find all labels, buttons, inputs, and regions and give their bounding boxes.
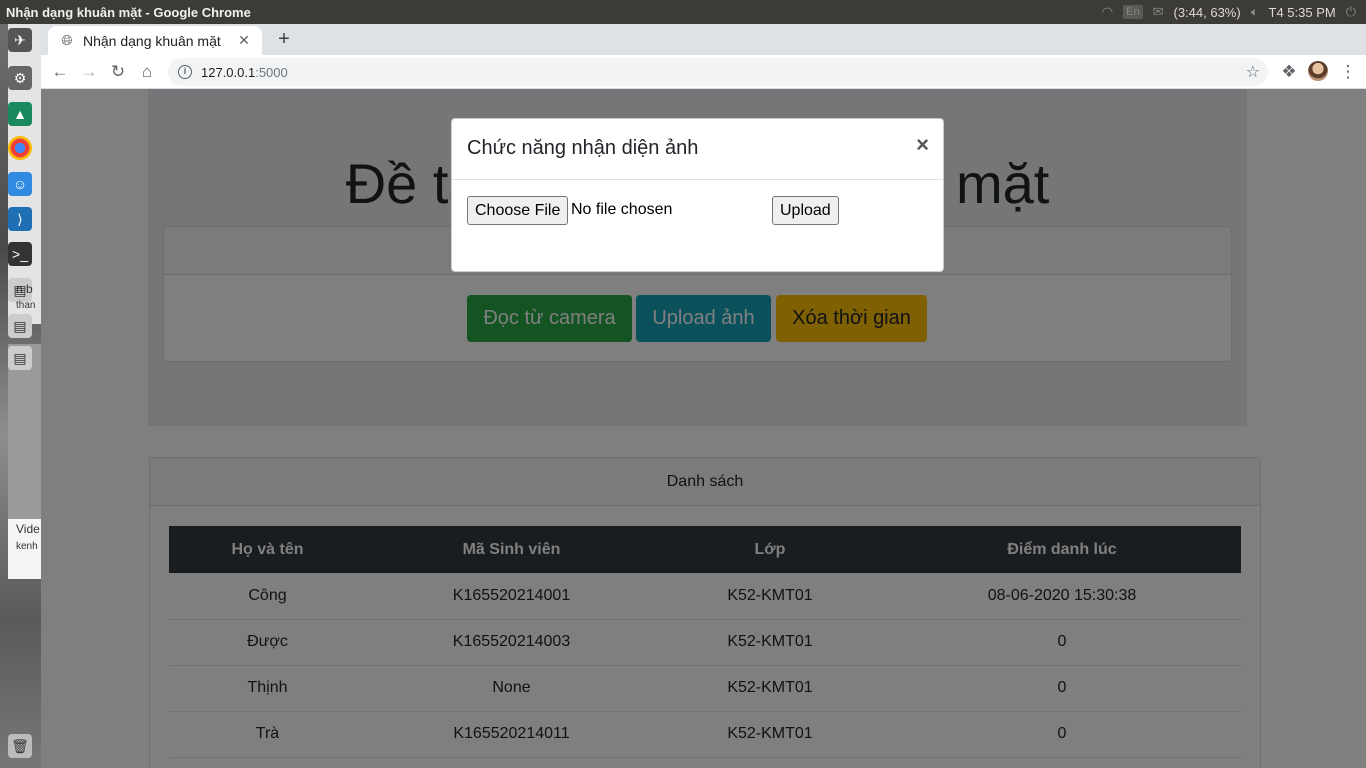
drive-icon[interactable]: ▤ <box>8 346 32 370</box>
launcher-text: n b <box>16 282 33 296</box>
finder-icon[interactable]: ☺ <box>8 172 32 196</box>
chrome-icon[interactable] <box>8 136 32 160</box>
browser-toolbar: ← → ↻ ⌂ i 127.0.0.1 :5000 ☆ ❖ ⋮ <box>41 55 1366 89</box>
window-title: Nhận dạng khuân mặt - Google Chrome <box>6 4 251 20</box>
launcher-text: Vide <box>16 522 40 536</box>
back-icon[interactable]: ← <box>49 61 71 83</box>
os-indicators: ◠ En ✉ (3:44, 63%) 🔈︎ T4 5:35 PM ⏻ <box>1102 0 1366 24</box>
launcher-text: than <box>16 300 36 311</box>
menu-icon[interactable]: ⋮ <box>1337 61 1359 83</box>
launcher: ✈ ⚙ ▲ ☺ ⟩ >_ ▤ n b than ▤ ▤ Vide kenh 🗑︎ <box>0 24 41 768</box>
globe-icon: 🌐︎ <box>61 32 73 48</box>
bookmark-star-icon[interactable]: ☆ <box>1246 62 1260 82</box>
keyboard-layout-indicator[interactable]: En <box>1123 5 1143 19</box>
modal-title: Chức năng nhận diện ảnh <box>467 137 699 159</box>
launcher-text: kenh <box>16 541 38 552</box>
url-port: :5000 <box>255 64 288 80</box>
new-tab-button[interactable]: + <box>274 29 294 49</box>
trash-icon[interactable]: 🗑︎ <box>8 734 32 758</box>
clock[interactable]: T4 5:35 PM <box>1269 5 1336 20</box>
file-status-text: No file chosen <box>571 201 673 218</box>
address-bar[interactable]: i 127.0.0.1 :5000 ☆ <box>168 58 1268 86</box>
choose-file-button[interactable]: Choose File <box>467 196 569 225</box>
tab-strip: 🌐︎ Nhận dạng khuân mặt ✕ + <box>41 24 1366 55</box>
drive-icon[interactable]: ▤ <box>8 314 32 338</box>
reload-icon[interactable]: ↻ <box>107 61 129 83</box>
forward-icon[interactable]: → <box>78 61 100 83</box>
site-info-icon[interactable]: i <box>178 65 192 79</box>
system-monitor-icon[interactable]: ▲ <box>8 102 32 126</box>
rocket-icon[interactable]: ✈ <box>8 28 32 52</box>
home-icon[interactable]: ⌂ <box>136 61 158 83</box>
extensions-icon[interactable]: ❖ <box>1278 61 1300 83</box>
tab-close-icon[interactable]: ✕ <box>234 32 254 49</box>
tab-title: Nhận dạng khuân mặt <box>83 32 221 49</box>
battery-indicator[interactable]: (3:44, 63%) <box>1173 5 1240 20</box>
power-icon[interactable]: ⏻ <box>1346 4 1356 20</box>
vscode-icon[interactable]: ⟩ <box>8 207 32 231</box>
modal-header: Chức năng nhận diện ảnh × <box>452 119 943 180</box>
wifi-icon[interactable]: ◠ <box>1102 4 1113 20</box>
profile-avatar[interactable] <box>1308 61 1328 81</box>
settings-icon[interactable]: ⚙ <box>8 66 32 90</box>
browser-tab[interactable]: 🌐︎ Nhận dạng khuân mặt ✕ <box>48 26 262 55</box>
mail-icon[interactable]: ✉ <box>1153 4 1164 20</box>
volume-icon[interactable]: 🔈︎ <box>1251 4 1259 20</box>
close-icon[interactable]: × <box>916 133 929 157</box>
upload-button[interactable]: Upload <box>772 196 839 225</box>
image-recognition-modal: Chức năng nhận diện ảnh × Choose File No… <box>451 118 944 272</box>
os-top-bar: Nhận dạng khuân mặt - Google Chrome ◠ En… <box>0 0 1366 24</box>
url-host: 127.0.0.1 <box>201 64 256 80</box>
terminal-icon[interactable]: >_ <box>8 242 32 266</box>
